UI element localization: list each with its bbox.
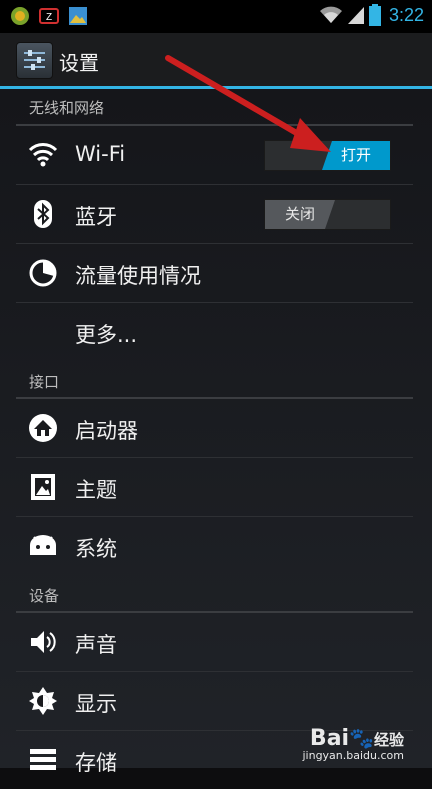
red-arrow-annotation <box>165 55 331 152</box>
watermark-site-label: 经验 <box>373 731 404 749</box>
watermark-brand: Bai🐾经验 <box>309 726 404 751</box>
watermark-brand-text: Bai <box>309 726 350 751</box>
watermark-url: jingyan.baidu.com <box>302 749 404 762</box>
baidu-watermark: Bai🐾经验 jingyan.baidu.com <box>302 726 404 762</box>
